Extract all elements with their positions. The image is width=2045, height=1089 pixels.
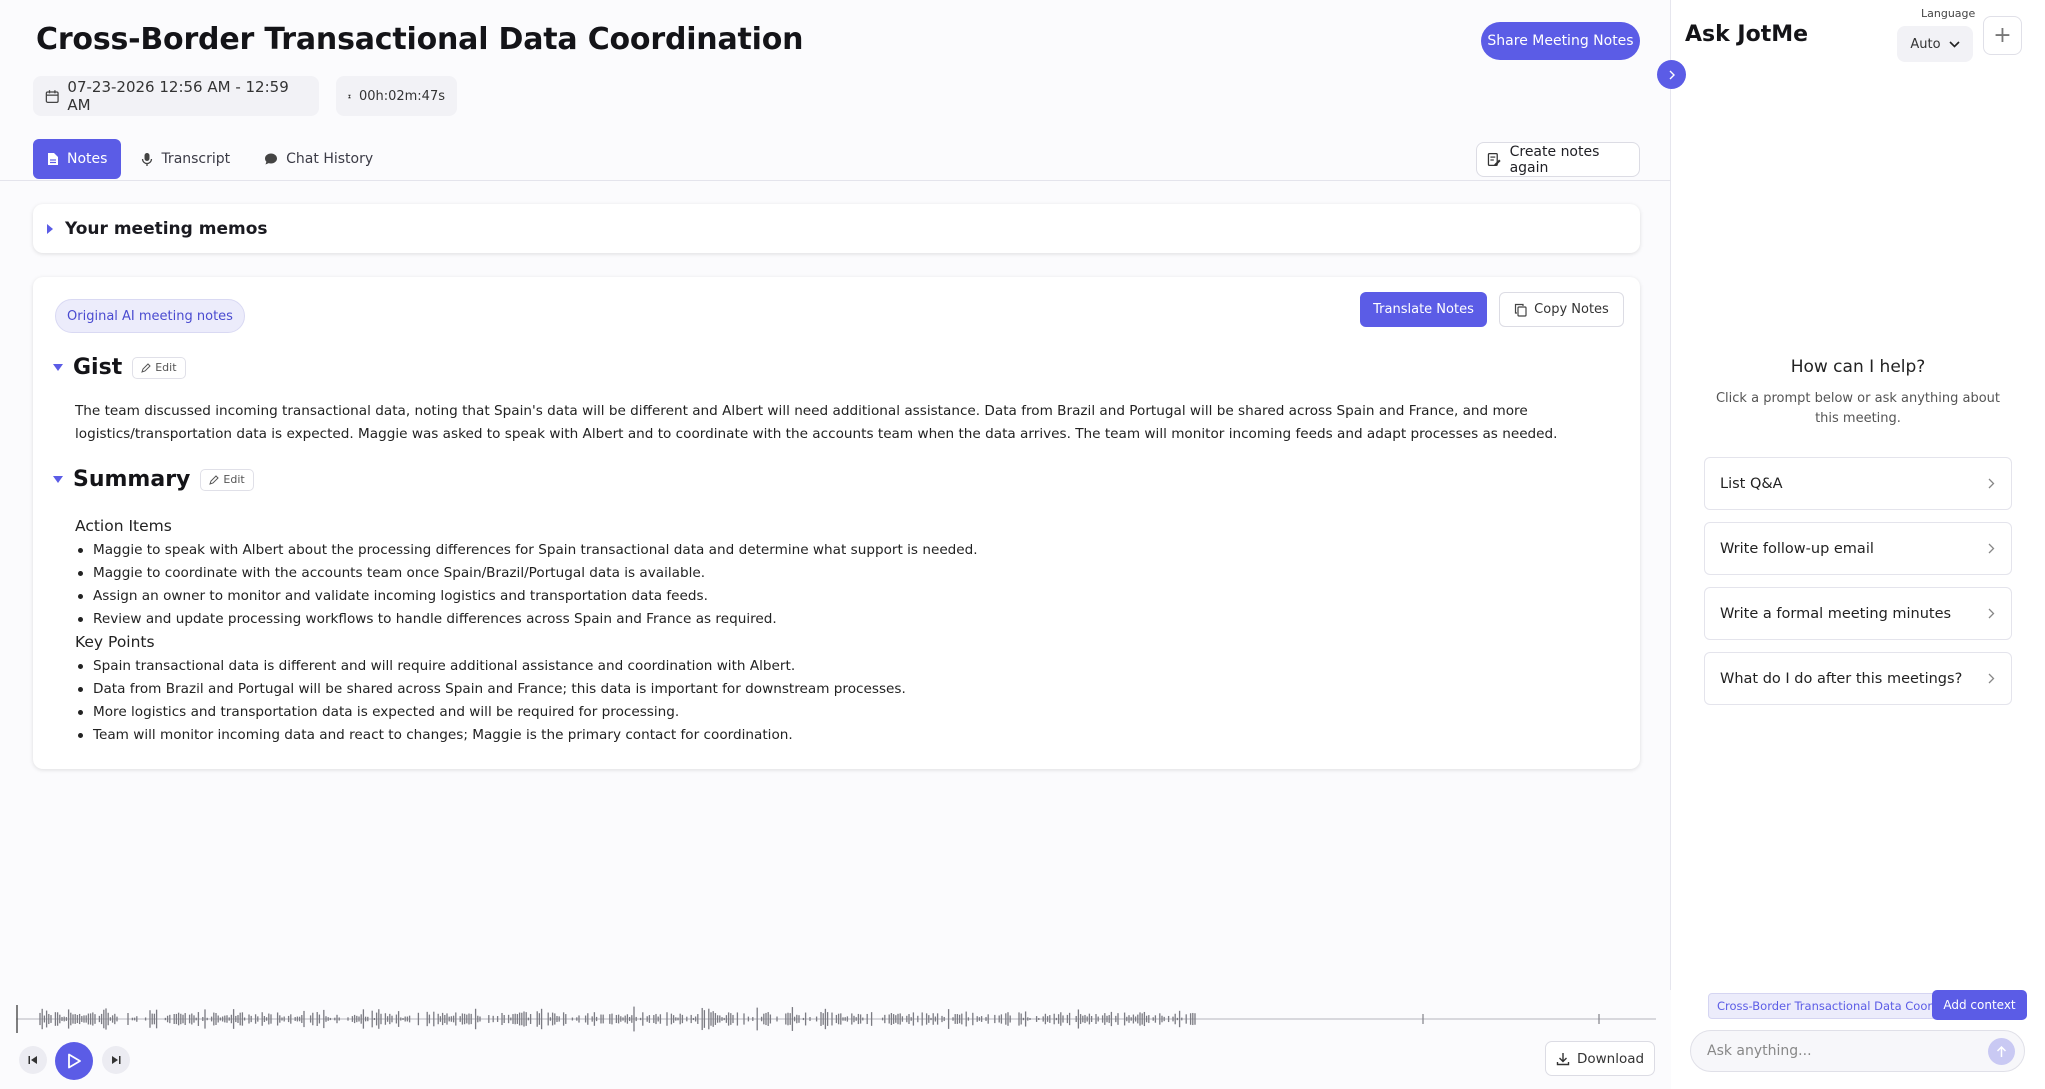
collapse-sidebar-button[interactable]	[1657, 60, 1686, 89]
prompt-list-qa[interactable]: List Q&A	[1704, 457, 2012, 510]
sidebar-title: Ask JotMe	[1685, 22, 1809, 47]
create-notes-again-button[interactable]: Create notes again	[1476, 142, 1640, 177]
translate-notes-button[interactable]: Translate Notes	[1360, 292, 1487, 327]
key-points-title: Key Points	[75, 633, 155, 651]
chevron-right-icon	[1669, 70, 1675, 79]
key-points-list: Spain transactional data is different an…	[75, 655, 906, 747]
list-item: Assign an owner to monitor and validate …	[75, 585, 978, 608]
action-items-list: Maggie to speak with Albert about the pr…	[75, 539, 978, 631]
pencil-icon	[209, 474, 220, 485]
chat-bubble-icon	[265, 153, 278, 165]
meeting-duration: 00h:02m:47s	[336, 76, 457, 116]
tab-transcript[interactable]: Transcript	[127, 139, 244, 179]
ai-notes-card: Original AI meeting notes Translate Note…	[33, 277, 1640, 769]
pencil-icon	[141, 362, 151, 373]
notes-tabs: Notes Transcript Chat History	[33, 139, 387, 179]
regenerate-notes-icon	[1487, 152, 1501, 166]
prompt-meeting-minutes[interactable]: Write a formal meeting minutes	[1704, 587, 2012, 640]
gist-header: Gist Edit	[53, 355, 186, 380]
list-item: Maggie to coordinate with the accounts t…	[75, 562, 978, 585]
action-items-title: Action Items	[75, 517, 172, 535]
duration-text: 00h:02m:47s	[358, 88, 445, 104]
collapse-caret-icon[interactable]	[53, 476, 63, 483]
calendar-icon	[45, 89, 59, 103]
skip-back-button[interactable]	[19, 1046, 47, 1074]
prompt-follow-up-email[interactable]: Write follow-up email	[1704, 522, 2012, 575]
download-label: Download	[1576, 1050, 1645, 1067]
tabs-divider	[0, 180, 1671, 181]
notes-main-panel: Cross-Border Transactional Data Coordina…	[0, 0, 1671, 1089]
collapse-caret-icon[interactable]	[53, 364, 63, 371]
list-item: Team will monitor incoming data and reac…	[75, 724, 906, 747]
gist-title: Gist	[73, 355, 123, 380]
send-button[interactable]	[1988, 1038, 2015, 1065]
gist-edit-button[interactable]: Edit	[132, 356, 186, 379]
arrow-up-icon	[1996, 1045, 2007, 1057]
list-item: More logistics and transportation data i…	[75, 701, 906, 724]
share-meeting-notes-button[interactable]: Share Meeting Notes	[1481, 22, 1640, 60]
prompt-label: Write follow-up email	[1720, 540, 1874, 557]
summary-edit-label: Edit	[223, 473, 245, 486]
microphone-icon	[142, 152, 153, 166]
ask-input[interactable]	[1690, 1030, 2025, 1072]
datetime-text: 07-23-2026 12:56 AM - 12:59 AM	[67, 78, 289, 114]
audio-waveform[interactable]	[16, 1001, 1656, 1037]
meeting-datetime: 07-23-2026 12:56 AM - 12:59 AM	[33, 76, 319, 116]
summary-edit-button[interactable]: Edit	[200, 468, 254, 491]
document-icon	[48, 153, 58, 165]
chevron-right-icon	[1988, 608, 1995, 619]
help-title: How can I help?	[1790, 357, 1926, 377]
language-select[interactable]: Auto	[1897, 26, 1973, 62]
ask-jotme-sidebar: Ask JotMe Language Auto + How can I help…	[1671, 0, 2045, 1089]
chevron-right-icon	[1988, 673, 1995, 684]
tab-notes-label: Notes	[67, 151, 108, 167]
tab-chat-history-label: Chat History	[286, 151, 374, 167]
tab-transcript-label: Transcript	[161, 151, 231, 167]
tab-notes[interactable]: Notes	[33, 139, 122, 179]
prompt-next-steps[interactable]: What do I do after this meetings?	[1704, 652, 2012, 705]
plus-icon: +	[1993, 23, 2012, 48]
prompt-label: What do I do after this meetings?	[1720, 670, 1963, 687]
hourglass-icon	[348, 94, 351, 98]
copy-notes-button[interactable]: Copy Notes	[1499, 292, 1624, 327]
chevron-right-icon	[1988, 543, 1995, 554]
download-button[interactable]: Download	[1545, 1041, 1655, 1076]
list-item: Data from Brazil and Portugal will be sh…	[75, 678, 906, 701]
meeting-memos-toggle[interactable]: Your meeting memos	[33, 204, 1640, 253]
play-icon	[68, 1053, 81, 1069]
play-button[interactable]	[55, 1042, 93, 1080]
context-chip[interactable]: Cross-Border Transactional Data Coordina…	[1708, 993, 1936, 1019]
list-item: Maggie to speak with Albert about the pr…	[75, 539, 978, 562]
prompt-label: List Q&A	[1720, 475, 1783, 492]
copy-notes-label: Copy Notes	[1534, 302, 1609, 317]
tab-chat-history[interactable]: Chat History	[250, 139, 387, 179]
summary-header: Summary Edit	[53, 467, 254, 492]
language-label: Language	[1921, 7, 1976, 20]
language-value: Auto	[1910, 36, 1941, 52]
list-item: Spain transactional data is different an…	[75, 655, 906, 678]
expand-caret-icon	[47, 223, 53, 234]
copy-icon	[1515, 303, 1527, 317]
memos-label: Your meeting memos	[65, 218, 268, 239]
add-context-button[interactable]: Add context	[1932, 990, 2027, 1020]
skip-forward-icon	[112, 1056, 121, 1064]
skip-back-icon	[28, 1056, 37, 1064]
chevron-down-icon	[1949, 40, 1960, 48]
new-chat-button[interactable]: +	[1983, 16, 2022, 55]
meeting-title: Cross-Border Transactional Data Coordina…	[36, 22, 804, 57]
prompt-label: Write a formal meeting minutes	[1720, 605, 1952, 622]
original-notes-badge[interactable]: Original AI meeting notes	[55, 299, 245, 333]
create-notes-label: Create notes again	[1509, 143, 1600, 176]
skip-forward-button[interactable]	[102, 1046, 130, 1074]
download-icon	[1556, 1052, 1570, 1065]
list-item: Review and update processing workflows t…	[75, 608, 978, 631]
gist-edit-label: Edit	[155, 361, 177, 374]
gist-text: The team discussed incoming transactiona…	[75, 403, 1558, 442]
summary-title: Summary	[73, 467, 191, 492]
help-subtitle: Click a prompt below or ask anything abo…	[1715, 391, 2000, 426]
chevron-right-icon	[1988, 478, 1995, 489]
